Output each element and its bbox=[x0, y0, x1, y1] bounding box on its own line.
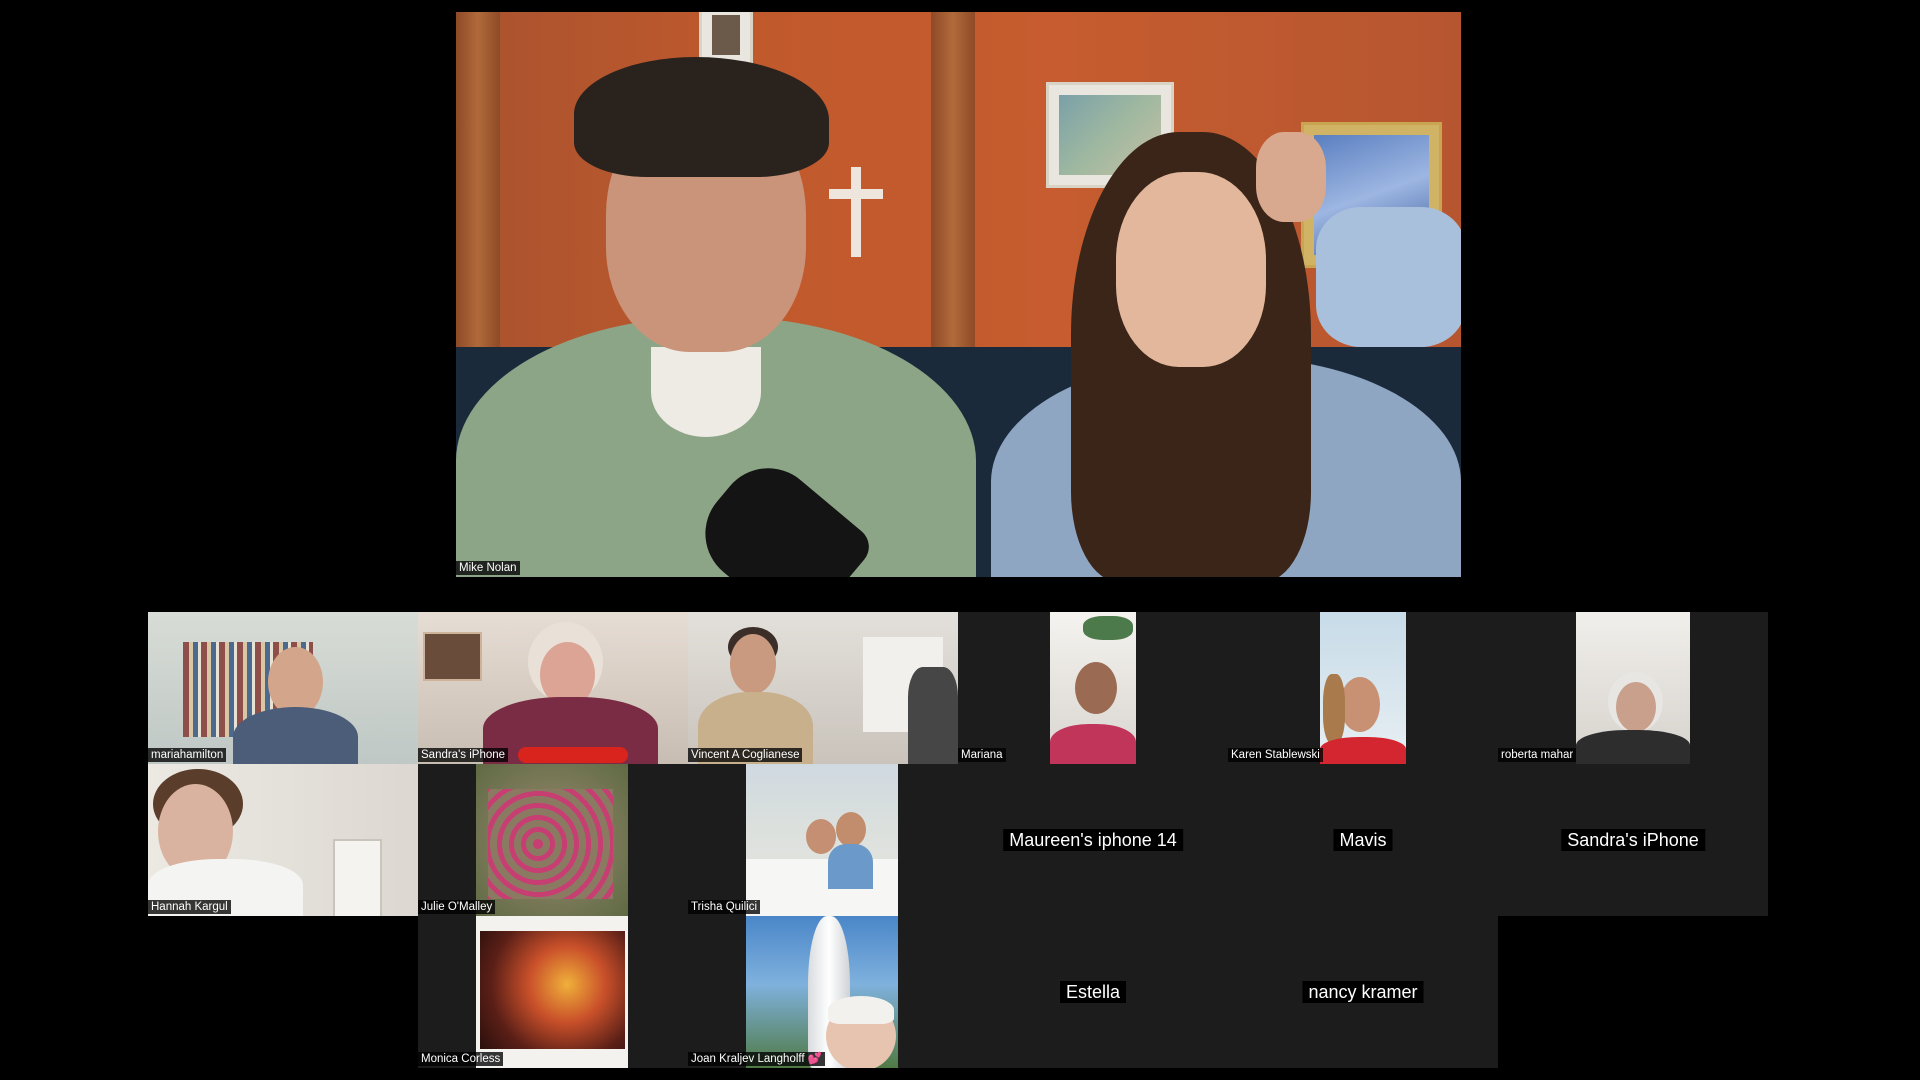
participant-name-center: Maureen's iphone 14 bbox=[1003, 829, 1183, 851]
participant-tile[interactable]: Mavis bbox=[1228, 764, 1498, 916]
participant-name-label: Karen Stablewski bbox=[1228, 748, 1323, 762]
participant-name-label: Monica Corless bbox=[418, 1052, 504, 1066]
participant-face bbox=[730, 634, 776, 694]
balcony bbox=[746, 859, 898, 916]
participant-name-label: Julie O'Malley bbox=[418, 900, 496, 914]
flowers bbox=[1083, 616, 1133, 640]
other-person bbox=[908, 667, 958, 764]
participant-name-label: Hannah Kargul bbox=[148, 900, 231, 914]
participant-tile[interactable]: Joan Kraljev Langholff 💕 bbox=[688, 916, 958, 1068]
participant-tile[interactable]: Julie O'Malley bbox=[418, 764, 688, 916]
participant-name-label: Trisha Quilici bbox=[688, 900, 761, 914]
participant-name-center: Mavis bbox=[1333, 829, 1393, 851]
participant-tile[interactable]: Estella bbox=[958, 916, 1228, 1068]
participant-tile[interactable]: Mariana bbox=[958, 612, 1228, 764]
participant-tile[interactable]: Karen Stablewski bbox=[1228, 612, 1498, 764]
participant-name-label: Joan Kraljev Langholff 💕 bbox=[688, 1052, 826, 1066]
participant-tile[interactable]: Sandra's iPhone bbox=[418, 612, 688, 764]
participant-tile[interactable]: mariahamilton bbox=[148, 612, 418, 764]
participant-tile[interactable]: Sandra's iPhone bbox=[1498, 764, 1768, 916]
participant-name-label: roberta mahar bbox=[1498, 748, 1577, 762]
participant-name-label: Sandra's iPhone bbox=[418, 748, 509, 762]
jesus-painting bbox=[480, 931, 625, 1049]
active-speaker-video[interactable]: Mike Nolan bbox=[456, 12, 1461, 577]
participant-face bbox=[806, 819, 836, 854]
participant-body bbox=[1050, 724, 1136, 764]
participant-face bbox=[836, 812, 866, 847]
rosary-image bbox=[488, 789, 613, 899]
participant-body bbox=[828, 844, 873, 889]
participant-face bbox=[1075, 662, 1117, 714]
participant-hat bbox=[828, 996, 894, 1024]
wall-picture bbox=[423, 632, 482, 681]
participant-tile[interactable]: roberta mahar bbox=[1498, 612, 1768, 764]
participant-hair bbox=[1323, 674, 1345, 744]
participant-face bbox=[1616, 682, 1656, 732]
participant-face bbox=[1340, 677, 1380, 732]
participant-tile[interactable]: Hannah Kargul bbox=[148, 764, 418, 916]
participant-body bbox=[1320, 737, 1406, 764]
participant-name-label: Vincent A Coglianese bbox=[688, 748, 803, 762]
red-beads bbox=[518, 747, 628, 763]
participant-name-label: Mike Nolan bbox=[456, 561, 520, 575]
participant-name-label: Mariana bbox=[958, 748, 1006, 762]
participant-body bbox=[1576, 730, 1690, 764]
participant-name-center: Estella bbox=[1059, 981, 1127, 1003]
room-door bbox=[333, 839, 382, 916]
meeting-stage: Mike Nolan mariahamilton Sandra's iPhone… bbox=[0, 0, 1920, 1080]
participant-tile[interactable]: Vincent A Coglianese bbox=[688, 612, 958, 764]
participant-tile[interactable]: Maureen's iphone 14 bbox=[958, 764, 1228, 916]
participant-name-center: nancy kramer bbox=[1302, 981, 1424, 1003]
participant-name-center: Sandra's iPhone bbox=[1561, 829, 1705, 851]
participant-body bbox=[233, 707, 358, 764]
wall-cross bbox=[829, 167, 883, 257]
participant-tile[interactable]: Monica Corless bbox=[418, 916, 688, 1068]
participant-name-label: mariahamilton bbox=[148, 748, 227, 762]
participant-tile[interactable]: nancy kramer bbox=[1228, 916, 1498, 1068]
participant-tile[interactable]: Trisha Quilici bbox=[688, 764, 958, 916]
